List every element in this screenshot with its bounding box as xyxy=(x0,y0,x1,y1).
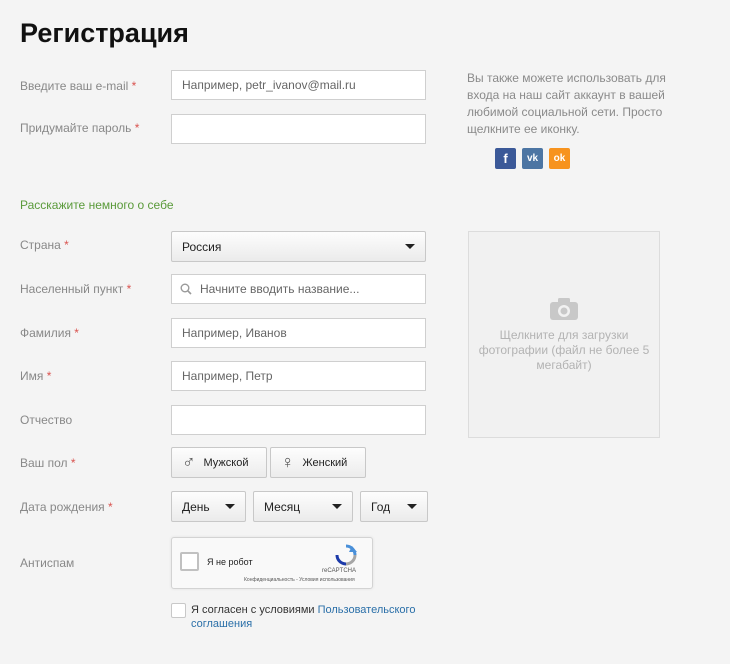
page-title: Регистрация xyxy=(20,18,189,48)
required-mark: * xyxy=(131,79,137,93)
recaptcha-checkbox[interactable] xyxy=(180,552,199,571)
patronymic-field[interactable] xyxy=(171,405,426,435)
birth-day-select[interactable]: День xyxy=(171,491,246,522)
agree-checkbox[interactable] xyxy=(171,603,186,618)
gender-male-button[interactable]: ♂ Мужской xyxy=(171,447,267,478)
email-label: Введите ваш e-mail * xyxy=(20,79,137,93)
email-placeholder: Например, petr_ivanov@mail.ru xyxy=(182,78,356,92)
patronymic-label: Отчество xyxy=(20,413,73,427)
antispam-label: Антиспам xyxy=(20,556,75,570)
gender-label: Ваш пол * xyxy=(20,456,76,470)
password-label: Придумайте пароль * xyxy=(20,121,140,135)
gender-female-button[interactable]: ♀ Женский xyxy=(270,447,366,478)
birth-month-select[interactable]: Месяц xyxy=(253,491,353,522)
camera-icon xyxy=(550,298,578,320)
odnoklassniki-icon[interactable]: ok xyxy=(549,148,570,169)
recaptcha-widget: Я не робот reCAPTCHA Конфиденциальность … xyxy=(171,537,373,589)
recaptcha-label: Я не робот xyxy=(207,557,253,567)
required-mark: * xyxy=(134,121,140,135)
recaptcha-logo-icon xyxy=(335,544,357,566)
name-label: Имя * xyxy=(20,369,52,383)
chevron-down-icon xyxy=(332,504,342,509)
about-section-title: Расскажите немного о себе xyxy=(20,198,174,212)
search-icon xyxy=(180,283,192,295)
agree-text: Я согласен с условиями Пользовательского… xyxy=(191,604,416,630)
female-icon: ♀ xyxy=(281,452,295,472)
photo-upload-text: Щелкните для загрузки фотографии (файл н… xyxy=(478,328,650,372)
recaptcha-brand: reCAPTCHA xyxy=(322,568,357,574)
facebook-icon[interactable]: f xyxy=(495,148,516,169)
password-field[interactable] xyxy=(171,114,426,144)
chevron-down-icon xyxy=(407,504,417,509)
surname-field[interactable]: Например, Иванов xyxy=(171,318,426,348)
birthdate-label: Дата рождения * xyxy=(20,500,113,514)
social-login-text: Вы также можете использовать для входа н… xyxy=(467,71,666,136)
recaptcha-links[interactable]: Конфиденциальность - Условия использован… xyxy=(244,577,355,583)
vk-icon[interactable]: vk xyxy=(522,148,543,169)
photo-upload-area[interactable]: Щелкните для загрузки фотографии (файл н… xyxy=(468,231,660,438)
country-label: Страна * xyxy=(20,238,69,252)
city-input[interactable]: Начните вводить название... xyxy=(171,274,426,304)
chevron-down-icon xyxy=(405,244,415,249)
email-field[interactable]: Например, petr_ivanov@mail.ru xyxy=(171,70,426,100)
country-select[interactable]: Россия xyxy=(171,231,426,262)
birth-year-select[interactable]: Год xyxy=(360,491,428,522)
city-placeholder: Начните вводить название... xyxy=(200,282,360,296)
male-icon: ♂ xyxy=(182,452,196,472)
city-label: Населенный пункт * xyxy=(20,282,132,296)
surname-label: Фамилия * xyxy=(20,326,79,340)
chevron-down-icon xyxy=(225,504,235,509)
name-field[interactable]: Например, Петр xyxy=(171,361,426,391)
